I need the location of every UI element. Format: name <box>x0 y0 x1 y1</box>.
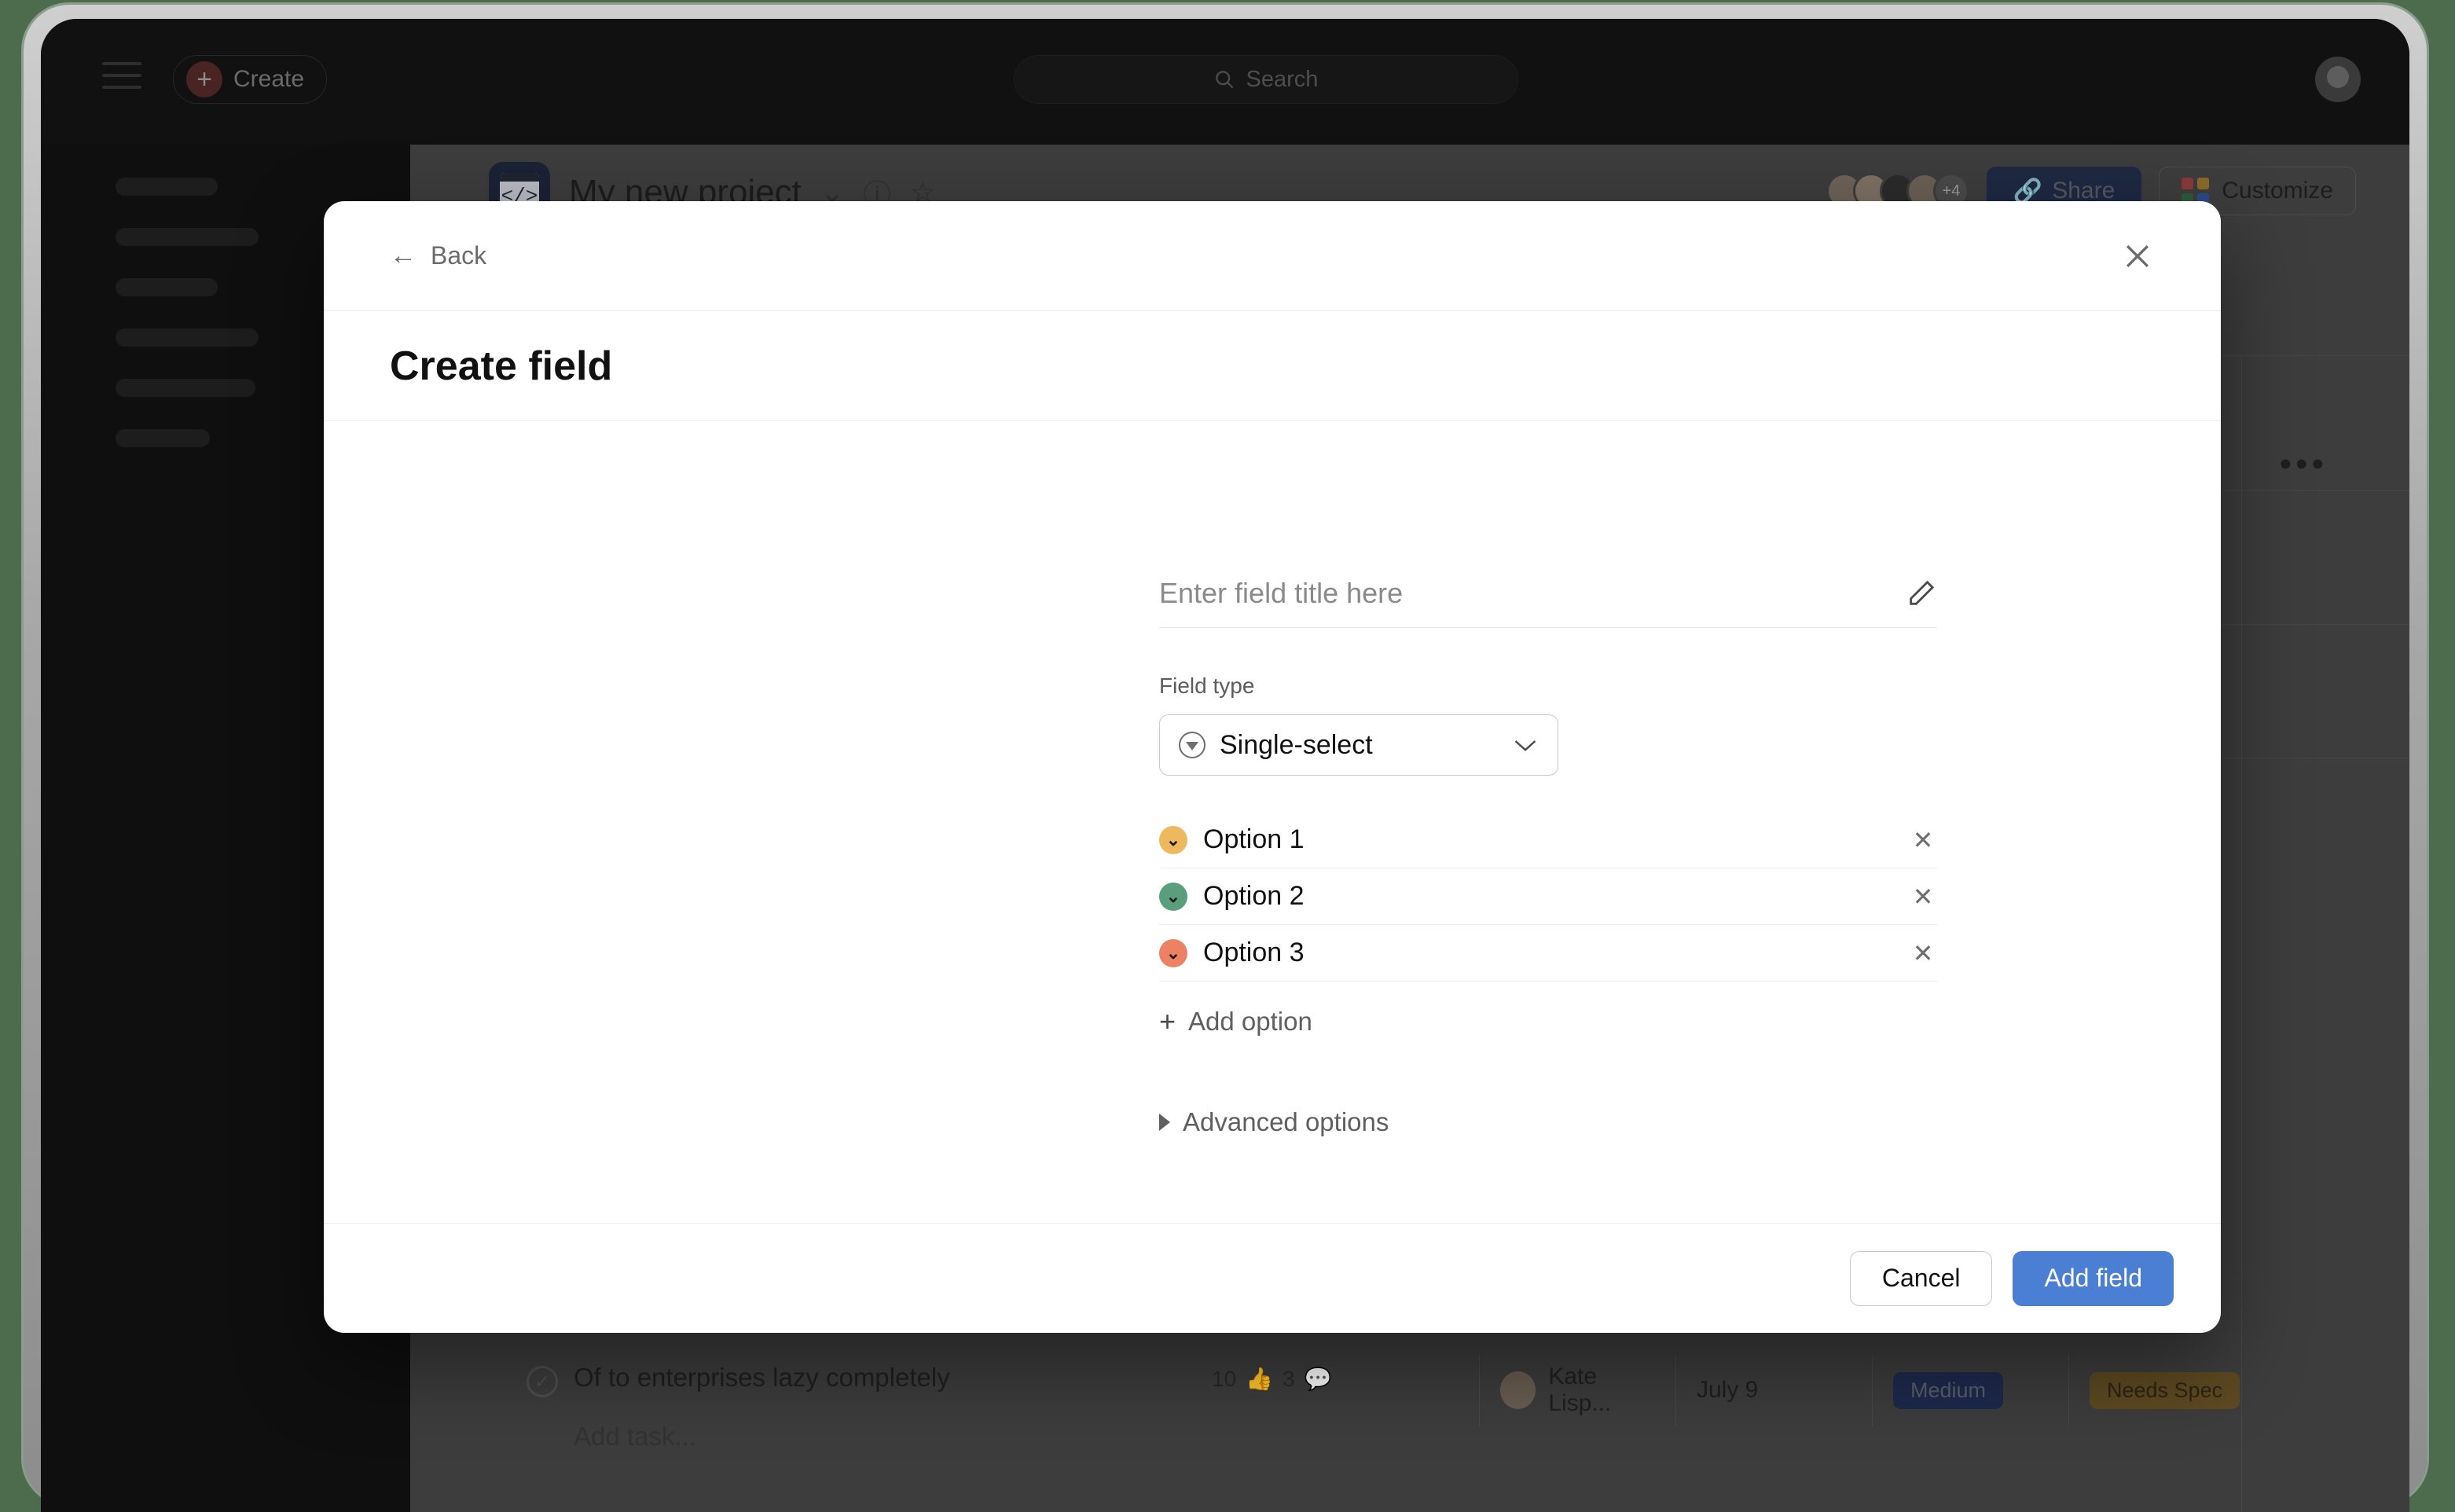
status-cell[interactable]: Needs Spec <box>2068 1355 2288 1426</box>
search-input[interactable]: Search <box>1014 55 1518 104</box>
task-complete-icon[interactable]: ✓ <box>527 1366 558 1397</box>
option-label: Option 3 <box>1203 938 1305 967</box>
comment-icon: 💬 <box>1304 1367 1332 1391</box>
priority-cell[interactable]: Medium <box>1872 1355 2068 1426</box>
create-button-label: Create <box>233 66 305 92</box>
pencil-icon[interactable] <box>1906 578 1937 609</box>
sidebar-skeleton-item <box>116 379 255 397</box>
create-field-modal: ← Back Create field Enter field title he… <box>324 201 2221 1333</box>
close-icon[interactable] <box>2120 239 2155 273</box>
back-button-label: Back <box>431 241 487 270</box>
chevron-down-icon <box>1514 732 1537 758</box>
add-task-button[interactable]: Add task... <box>574 1422 696 1451</box>
task-title: Of to enterprises lazy completely <box>574 1363 950 1392</box>
advanced-options-label: Advanced options <box>1183 1107 1389 1136</box>
option-label: Option 2 <box>1203 881 1305 911</box>
triangle-right-icon <box>1159 1114 1170 1131</box>
search-icon <box>1214 69 1235 90</box>
remove-option-icon[interactable]: ✕ <box>1909 938 1937 968</box>
chevron-down-icon[interactable]: ⌄ <box>1159 938 1187 967</box>
more-menu-icon[interactable]: ••• <box>2280 445 2328 484</box>
hamburger-icon[interactable] <box>102 62 141 94</box>
field-type-select[interactable]: Single-select <box>1159 714 1558 776</box>
option-label: Option 1 <box>1203 824 1305 854</box>
date-cell[interactable]: July 9 <box>1675 1355 1872 1426</box>
arrow-left-icon: ← <box>390 240 417 270</box>
modal-footer: Cancel Add field <box>324 1223 2221 1333</box>
avatar[interactable] <box>2315 57 2361 102</box>
modal-title: Create field <box>390 343 613 389</box>
single-select-icon <box>1179 732 1205 758</box>
like-count: 10 <box>1212 1366 1237 1391</box>
customize-button-label: Customize <box>2222 178 2333 204</box>
sidebar-skeleton-item <box>116 178 218 196</box>
add-option-button[interactable]: + Add option <box>1159 1005 1937 1038</box>
modal-body: Enter field title here Field type Single… <box>324 421 2221 1223</box>
assignee-name: Kate Lisp... <box>1548 1363 1612 1416</box>
create-field-form: Enter field title here Field type Single… <box>1159 559 1937 1137</box>
comment-count: 3 <box>1283 1366 1295 1391</box>
app-screen: + Create Search </> My new project ⌄ ⓘ ☆… <box>41 19 2409 1512</box>
status-badge: Needs Spec <box>2090 1371 2240 1409</box>
share-button-label: Share <box>2052 178 2116 204</box>
option-row[interactable]: ⌄ Option 1 ✕ <box>1159 812 1937 868</box>
back-button[interactable]: ← Back <box>390 240 486 271</box>
remove-option-icon[interactable]: ✕ <box>1909 882 1937 912</box>
table-divider <box>2241 355 2242 1512</box>
option-row[interactable]: ⌄ Option 2 ✕ <box>1159 868 1937 925</box>
create-button[interactable]: + Create <box>173 55 327 104</box>
advanced-options-toggle[interactable]: Advanced options <box>1159 1107 1937 1137</box>
plus-icon: + <box>1159 1005 1176 1037</box>
cancel-button[interactable]: Cancel <box>1849 1250 1993 1306</box>
options-list: ⌄ Option 1 ✕ ⌄ Option 2 ✕ ⌄ Option 3 ✕ <box>1159 812 1937 982</box>
thumbs-up-icon: 👍 <box>1246 1367 1274 1391</box>
due-date: July 9 <box>1697 1377 1759 1403</box>
chevron-down-icon[interactable]: ⌄ <box>1159 882 1187 911</box>
chevron-down-icon[interactable]: ⌄ <box>1159 825 1187 854</box>
modal-title-bar: Create field <box>324 311 2221 421</box>
sidebar-skeleton-item <box>116 278 218 296</box>
add-field-button[interactable]: Add field <box>2013 1250 2174 1306</box>
sidebar-skeleton-item <box>116 429 210 447</box>
assignee-cell[interactable]: Kate Lisp... <box>1479 1355 1660 1426</box>
plus-icon: + <box>186 61 222 97</box>
sidebar-skeleton-item <box>116 328 259 347</box>
modal-header: ← Back <box>324 201 2221 311</box>
field-title-input[interactable]: Enter field title here <box>1159 559 1937 628</box>
field-type-label: Field type <box>1159 673 1255 698</box>
field-type-value: Single-select <box>1220 729 1373 760</box>
remove-option-icon[interactable]: ✕ <box>1909 825 1937 855</box>
add-option-label: Add option <box>1188 1007 1312 1036</box>
task-meta: 10 👍 3 💬 <box>1212 1366 1331 1392</box>
field-title-placeholder: Enter field title here <box>1159 576 1404 609</box>
avatar <box>1500 1371 1536 1409</box>
search-placeholder: Search <box>1246 66 1319 92</box>
sidebar-skeleton-item <box>116 228 259 246</box>
table-row[interactable]: ✓ Of to enterprises lazy completely 10 👍… <box>410 1355 2409 1426</box>
option-row[interactable]: ⌄ Option 3 ✕ <box>1159 925 1937 982</box>
status-badge: Medium <box>1893 1371 2004 1409</box>
top-bar: + Create Search <box>41 19 2409 145</box>
